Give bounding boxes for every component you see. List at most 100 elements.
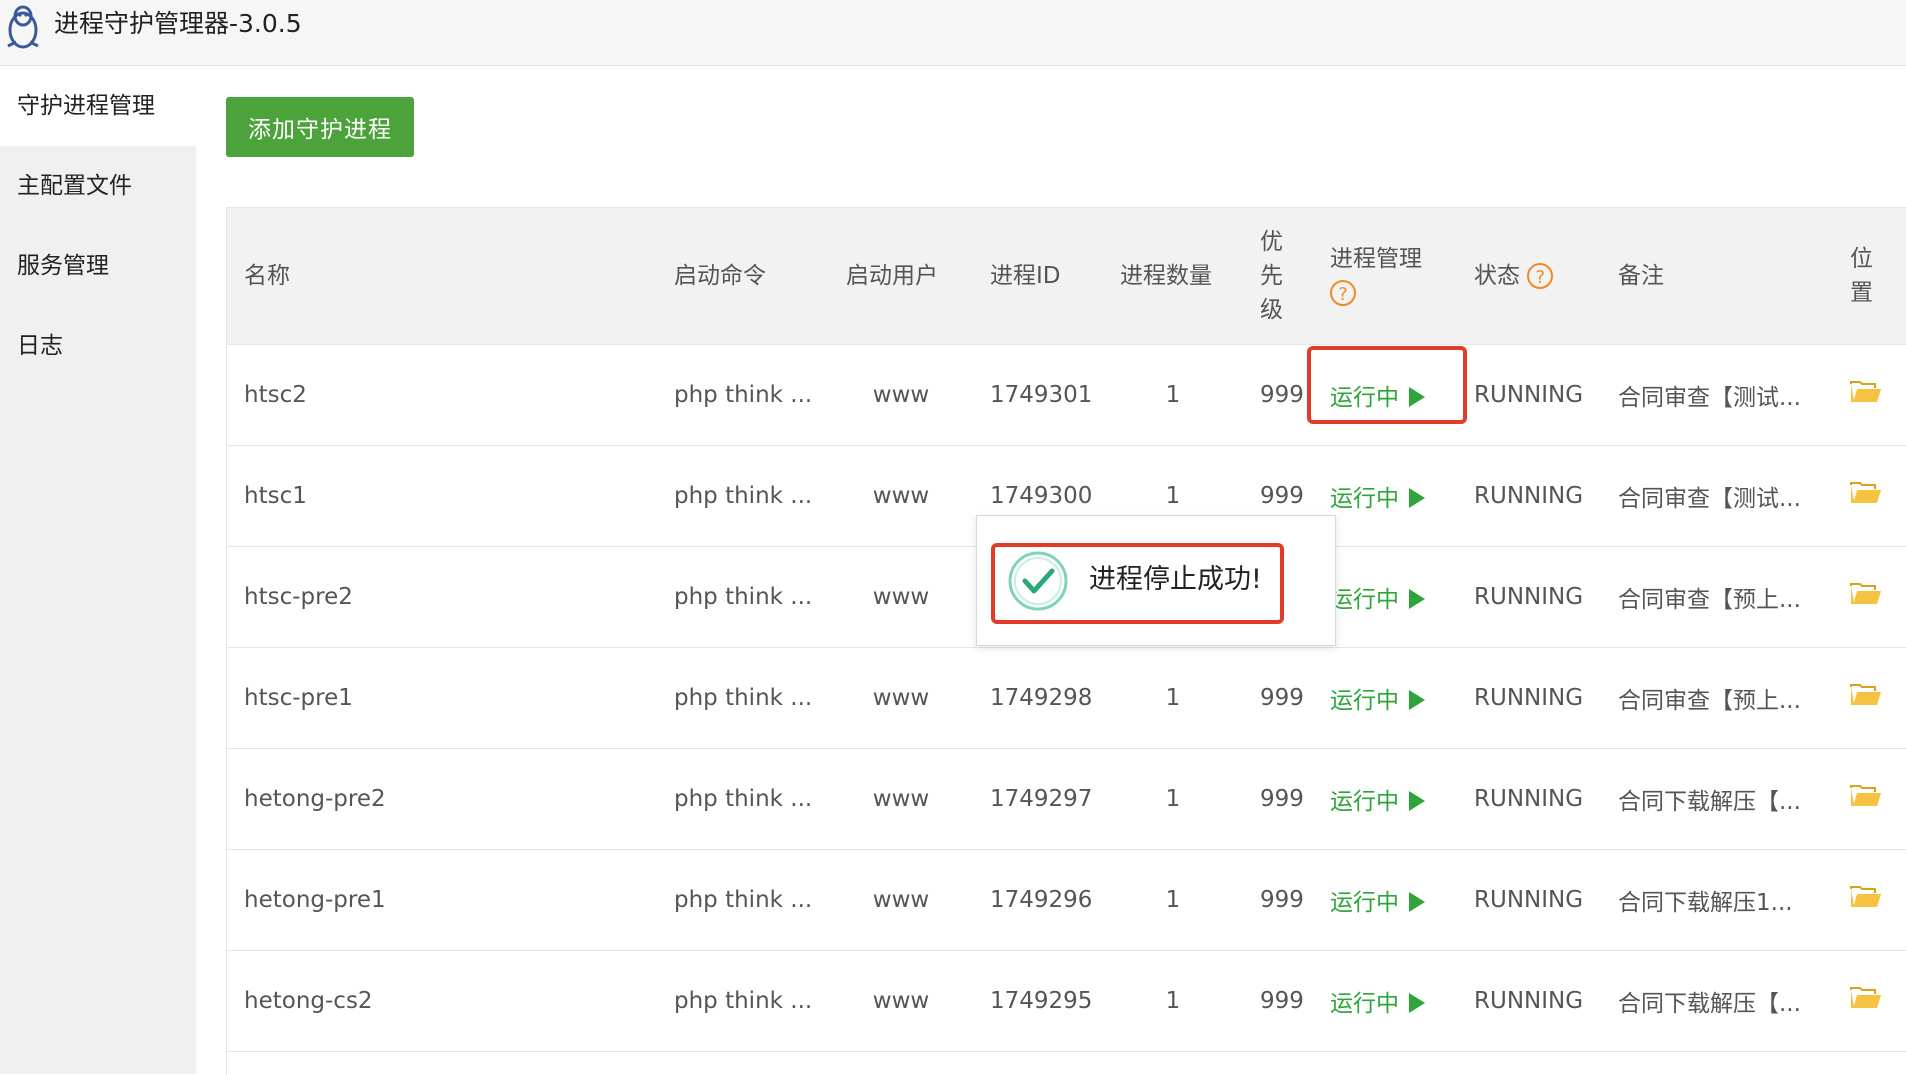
cell-manage[interactable]: 运行中: [1313, 748, 1457, 849]
title-bar: 进程守护管理器-3.0.5: [0, 0, 1906, 66]
cell-location[interactable]: [1833, 748, 1906, 849]
header-priority: 优先级: [1243, 208, 1313, 345]
cell-priority: 999: [1260, 886, 1304, 913]
cell-name: hetong-pre2: [244, 785, 386, 812]
folder-icon[interactable]: [1850, 986, 1882, 1010]
run-status-link[interactable]: 运行中: [1330, 486, 1399, 512]
run-status-link[interactable]: 运行中: [1330, 587, 1399, 613]
header-status: 状态 ?: [1457, 208, 1601, 345]
run-status-link[interactable]: 运行中: [1330, 789, 1399, 815]
cell-status: RUNNING: [1474, 482, 1584, 509]
cell-remark: 合同下载解压1...: [1618, 889, 1793, 916]
cell-count: 1: [1165, 684, 1181, 711]
cell-user: www: [872, 583, 930, 610]
run-status-link[interactable]: 运行中: [1330, 890, 1399, 916]
run-status-link[interactable]: 运行中: [1330, 991, 1399, 1017]
cell-command: php think ...: [674, 785, 813, 812]
table-row: hetong-pre1 php think ... www 1749296 1 999 运行…: [227, 849, 1906, 950]
cell-command: php think ...: [674, 583, 813, 610]
cell-user: www: [872, 886, 930, 913]
header-location: 位置: [1833, 208, 1906, 345]
cell-user: www: [872, 381, 930, 408]
cell-command: php think ...: [674, 381, 813, 408]
header-name: 名称: [227, 208, 657, 345]
cell-pid: 1749297: [990, 785, 1093, 812]
folder-icon[interactable]: [1850, 481, 1882, 505]
header-priority-label: 优先级: [1260, 228, 1283, 323]
penguin-icon: [7, 5, 39, 49]
header-user: 启动用户: [829, 208, 973, 345]
run-status-link[interactable]: 运行中: [1330, 688, 1399, 714]
cell-status: RUNNING: [1474, 785, 1584, 812]
play-icon[interactable]: [1409, 487, 1425, 508]
cell-name: htsc2: [244, 381, 307, 408]
sidebar-item-logs[interactable]: 日志: [0, 306, 196, 386]
cell-status: RUNNING: [1474, 987, 1584, 1014]
cell-remark: 合同审查【测试...: [1618, 485, 1801, 512]
header-remark: 备注: [1601, 208, 1833, 345]
cell-user: www: [872, 482, 930, 509]
table-row: hetong-pre2 php think ... www 1749297 1 999 运行…: [227, 748, 1906, 849]
cell-count: 1: [1165, 987, 1181, 1014]
header-count: 进程数量: [1103, 208, 1243, 345]
sidebar-item-process-manage[interactable]: 守护进程管理: [0, 66, 196, 146]
play-icon[interactable]: [1409, 992, 1425, 1013]
cell-remark: 合同审查【预上...: [1618, 586, 1801, 613]
folder-icon[interactable]: [1850, 582, 1882, 606]
cell-status: RUNNING: [1474, 886, 1584, 913]
header-manage: 进程管理 ?: [1313, 208, 1457, 345]
cell-priority: 999: [1260, 785, 1304, 812]
folder-icon[interactable]: [1850, 885, 1882, 909]
cell-pid: 1749301: [990, 381, 1093, 408]
header-status-label: 状态: [1474, 262, 1520, 289]
play-icon[interactable]: [1409, 891, 1425, 912]
cell-location[interactable]: [1833, 647, 1906, 748]
cell-remark: 合同下载解压【...: [1618, 990, 1801, 1017]
cell-pid: 1749295: [990, 987, 1093, 1014]
cell-location[interactable]: [1833, 950, 1906, 1051]
cell-location[interactable]: [1833, 445, 1906, 546]
table-header-row: 名称 启动命令 启动用户 进程ID 进程数量 优先级 进程管理 ? 状态 ? 备…: [227, 208, 1906, 345]
cell-status: RUNNING: [1474, 381, 1584, 408]
success-check-icon: [1008, 551, 1068, 611]
play-icon[interactable]: [1409, 689, 1425, 710]
cell-priority: 999: [1260, 381, 1304, 408]
table-row: htsc2 php think ... www 1749301 1 999 运行中 RUNNI…: [227, 344, 1906, 445]
status-help-icon[interactable]: ?: [1527, 263, 1554, 290]
cell-name: htsc-pre2: [244, 583, 353, 610]
cell-status: RUNNING: [1474, 583, 1584, 610]
header-pid: 进程ID: [973, 208, 1103, 345]
sidebar-item-main-config[interactable]: 主配置文件: [0, 146, 196, 226]
cell-manage[interactable]: 运行中: [1313, 950, 1457, 1051]
cell-manage[interactable]: 运行中: [1313, 647, 1457, 748]
cell-count: 1: [1165, 886, 1181, 913]
cell-name: hetong-cs2: [244, 987, 373, 1014]
cell-remark: 合同审查【预上...: [1618, 687, 1801, 714]
sidebar-item-service-manage[interactable]: 服务管理: [0, 226, 196, 306]
folder-icon[interactable]: [1850, 380, 1882, 404]
add-daemon-button[interactable]: 添加守护进程: [226, 97, 414, 157]
cell-pid: 1749298: [990, 684, 1093, 711]
cell-location[interactable]: [1833, 344, 1906, 445]
folder-icon[interactable]: [1850, 784, 1882, 808]
cell-command: php think ...: [674, 987, 813, 1014]
cell-user: www: [872, 785, 930, 812]
cell-location[interactable]: [1833, 546, 1906, 647]
play-icon[interactable]: [1409, 386, 1425, 407]
cell-remark: 合同审查【测试...: [1618, 384, 1801, 411]
play-icon[interactable]: [1409, 790, 1425, 811]
cell-remark: 合同下载解压【...: [1618, 788, 1801, 815]
play-icon[interactable]: [1409, 588, 1425, 609]
cell-location[interactable]: [1833, 849, 1906, 950]
cell-manage[interactable]: 运行中: [1313, 344, 1457, 445]
header-manage-label: 进程管理: [1330, 245, 1422, 272]
folder-icon[interactable]: [1850, 683, 1882, 707]
cell-manage[interactable]: 运行中: [1313, 849, 1457, 950]
header-location-label: 位置: [1850, 245, 1873, 306]
run-status-link[interactable]: 运行中: [1330, 385, 1399, 411]
header-command: 启动命令: [657, 208, 829, 345]
manage-help-icon[interactable]: ?: [1330, 280, 1356, 307]
cell-name: hetong-pre1: [244, 886, 386, 913]
cell-name: htsc1: [244, 482, 307, 509]
sidebar: 守护进程管理 主配置文件 服务管理 日志: [0, 66, 196, 1074]
